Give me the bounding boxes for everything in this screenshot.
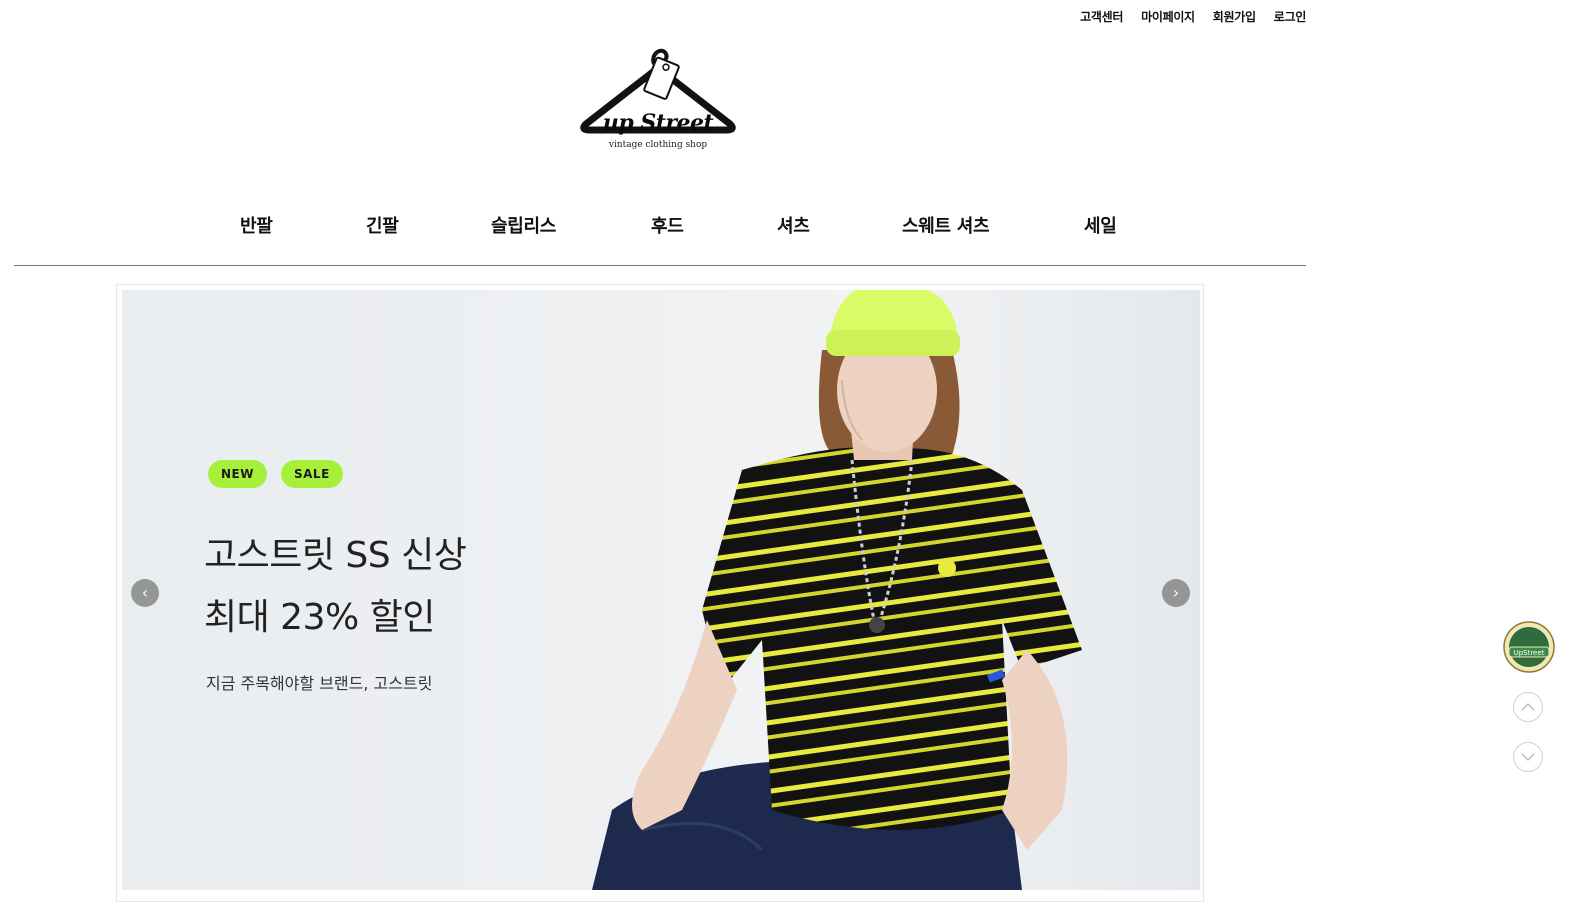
- chevron-right-icon: ›: [1172, 583, 1180, 602]
- nav-item-long-sleeve[interactable]: 긴팔: [366, 212, 399, 238]
- banner-headline-line-2: 최대 23% 할인: [204, 597, 435, 638]
- nav-item-hood[interactable]: 후드: [651, 212, 684, 238]
- nav-item-sleeveless[interactable]: 슬립리스: [491, 212, 556, 238]
- utility-nav: 고객센터 마이페이지 회원가입 로그인: [1080, 8, 1306, 25]
- signup-link[interactable]: 회원가입: [1213, 8, 1256, 25]
- logo-title: up Street: [602, 110, 714, 136]
- scroll-bottom-button[interactable]: [1513, 742, 1543, 772]
- chevron-left-icon: ‹: [141, 583, 149, 602]
- page: 고객센터 마이페이지 회원가입 로그인 up Street vintage cl…: [0, 0, 1571, 902]
- brand-badge-label: UpStreet: [1514, 649, 1545, 657]
- nav-item-sale[interactable]: 세일: [1084, 212, 1117, 238]
- chevron-down-icon: [1521, 753, 1535, 762]
- floating-brand-badge[interactable]: UpStreet: [1503, 621, 1555, 673]
- nav-divider: [14, 265, 1306, 266]
- login-link[interactable]: 로그인: [1274, 8, 1307, 25]
- main-nav: 반팔 긴팔 슬립리스 후드 셔츠 스웨트 셔츠 세일: [0, 212, 1320, 242]
- scroll-top-button[interactable]: [1513, 692, 1543, 722]
- nav-item-short-sleeve[interactable]: 반팔: [240, 212, 273, 238]
- banner-prev-button[interactable]: ‹: [131, 579, 159, 607]
- hero-banner[interactable]: NEW SALE 고스트릿 SS 신상 최대 23% 할인 지금 주목해야할 브…: [122, 290, 1200, 890]
- customer-center-link[interactable]: 고객센터: [1080, 8, 1123, 25]
- chevron-up-icon: [1521, 702, 1535, 711]
- nav-item-sweatshirts[interactable]: 스웨트 셔츠: [902, 212, 990, 238]
- mypage-link[interactable]: 마이페이지: [1141, 8, 1195, 25]
- nav-item-shirts[interactable]: 셔츠: [777, 212, 810, 238]
- logo-subtitle: vintage clothing shop: [608, 140, 708, 150]
- site-logo[interactable]: up Street vintage clothing shop: [576, 44, 740, 160]
- new-badge: NEW: [208, 460, 267, 488]
- sale-badge: SALE: [281, 460, 343, 488]
- banner-headline-line-1: 고스트릿 SS 신상: [204, 535, 467, 576]
- brand-badge-icon: UpStreet: [1503, 621, 1555, 673]
- banner-next-button[interactable]: ›: [1162, 579, 1190, 607]
- banner-subtext: 지금 주목해야할 브랜드, 고스트릿: [206, 674, 433, 693]
